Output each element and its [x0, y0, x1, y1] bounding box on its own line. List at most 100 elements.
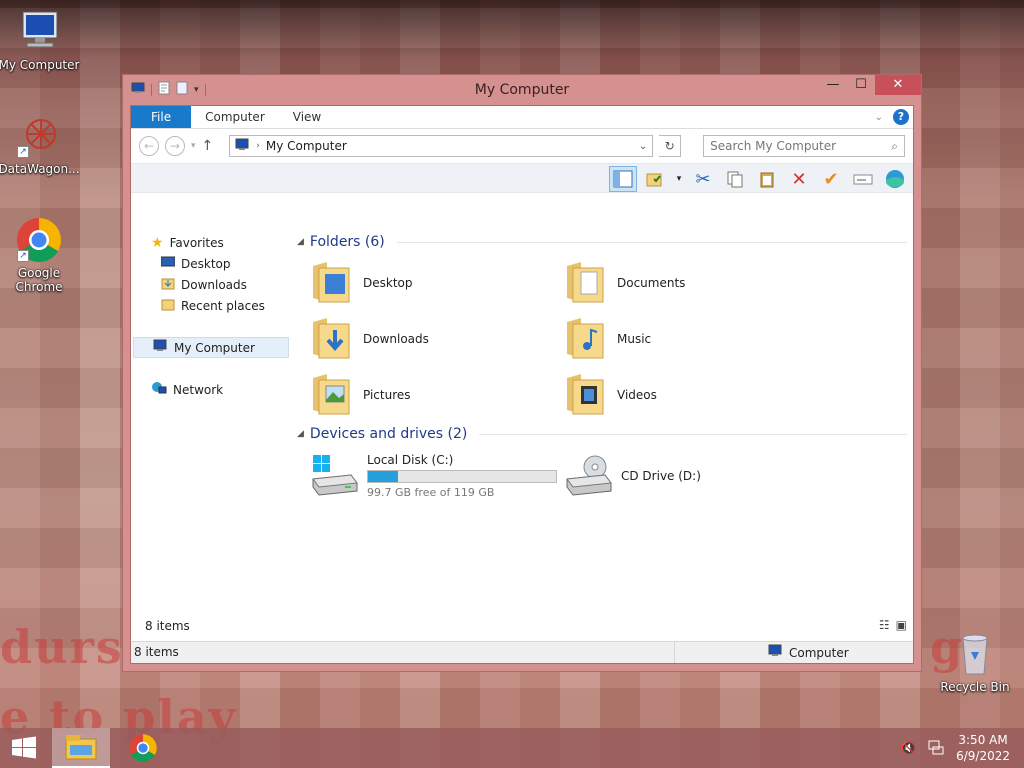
- nav-favorites[interactable]: ★ Favorites: [131, 232, 291, 253]
- taskbar-file-explorer[interactable]: [52, 728, 110, 768]
- tab-file[interactable]: File: [131, 106, 192, 128]
- folders-group-header[interactable]: ◢ Folders (6): [297, 230, 907, 254]
- clock-date: 6/9/2022: [956, 749, 1010, 763]
- collapse-icon[interactable]: ◢: [297, 429, 304, 439]
- recent-locations-icon[interactable]: ▾: [191, 141, 196, 151]
- back-button[interactable]: ←: [139, 136, 159, 156]
- status-bar-location: Computer: [789, 645, 849, 660]
- explorer-body: File Computer View ⌄ ? ← → ▾ ↑ › My Comp…: [130, 105, 914, 664]
- drive-tile-c[interactable]: Local Disk (C:) 99.7 GB free of 119 GB: [311, 450, 565, 502]
- folder-documents-icon: [565, 258, 607, 309]
- nav-label: My Computer: [174, 340, 255, 355]
- nav-label: Downloads: [181, 277, 247, 292]
- folder-videos-icon: [565, 370, 607, 421]
- drives-group-header[interactable]: ◢ Devices and drives (2): [297, 422, 907, 446]
- drive-free-space: 99.7 GB free of 119 GB: [367, 486, 495, 499]
- up-button[interactable]: ↑: [202, 138, 214, 154]
- desktop-icon-datawagon[interactable]: ↗ DataWagon...: [0, 112, 81, 176]
- nav-desktop[interactable]: Desktop: [131, 253, 291, 274]
- folder-name: Music: [617, 332, 652, 346]
- drives-grid: Local Disk (C:) 99.7 GB free of 119 GB C…: [297, 446, 907, 502]
- desktop-icon-label: DataWagon...: [0, 162, 80, 176]
- select-folder-icon[interactable]: [641, 166, 669, 192]
- desktop-icon-google-chrome[interactable]: ↗ Google Chrome: [0, 216, 81, 294]
- address-bar-row: ← → ▾ ↑ › My Computer ⌄ ↻ Search My Comp…: [131, 129, 913, 163]
- tab-view[interactable]: View: [279, 106, 335, 128]
- folder-name: Desktop: [363, 276, 413, 290]
- volume-muted-icon[interactable]: 🔇: [901, 741, 916, 755]
- downloads-small-icon: [161, 276, 175, 293]
- nav-network[interactable]: Network: [131, 379, 291, 400]
- folder-tile[interactable]: Music: [565, 314, 819, 364]
- checkmark-icon[interactable]: ✔: [817, 166, 845, 192]
- properties-globe-icon[interactable]: [881, 166, 909, 192]
- folder-name: Documents: [617, 276, 686, 290]
- breadcrumb-separator[interactable]: ›: [256, 141, 260, 151]
- folder-tile[interactable]: Desktop: [311, 258, 565, 308]
- drive-tile-d[interactable]: CD Drive (D:): [565, 450, 819, 502]
- folders-grid: Desktop Documents Downloads Music Pictur…: [297, 254, 907, 420]
- help-icon[interactable]: ?: [893, 109, 909, 125]
- computer-icon: [15, 8, 63, 56]
- drive-name: Local Disk (C:): [367, 453, 454, 467]
- chrome-icon: ↗: [15, 216, 63, 264]
- large-icons-view-icon[interactable]: ▣: [896, 618, 907, 632]
- disk-usage-fill: [368, 471, 399, 482]
- folder-downloads-icon: [311, 314, 353, 365]
- desktop-icon-label: My Computer: [0, 58, 80, 72]
- taskbar: 🔇 3:50 AM 6/9/2022: [0, 728, 1024, 768]
- close-button[interactable]: ✕: [875, 75, 921, 95]
- paste-icon[interactable]: [753, 166, 781, 192]
- start-button[interactable]: [0, 728, 48, 768]
- nav-downloads[interactable]: Downloads: [131, 274, 291, 295]
- address-bar[interactable]: › My Computer ⌄: [229, 135, 654, 157]
- refresh-button[interactable]: ↻: [659, 135, 682, 157]
- cut-icon[interactable]: ✂: [689, 166, 717, 192]
- folder-name: Videos: [617, 388, 657, 402]
- datawagon-logo-icon: ↗: [15, 112, 63, 160]
- recycle-bin-icon: [951, 630, 999, 678]
- local-disk-icon: [311, 453, 359, 500]
- nav-label: Network: [173, 382, 224, 397]
- items-view: ◢ Folders (6) Desktop Documents Download…: [291, 224, 913, 613]
- desktop-icon-my-computer[interactable]: My Computer: [0, 8, 81, 72]
- ribbon-expand-icon[interactable]: ⌄: [875, 112, 883, 123]
- clock[interactable]: 3:50 AM 6/9/2022: [956, 732, 1010, 764]
- copy-icon[interactable]: [721, 166, 749, 192]
- breadcrumb-my-computer[interactable]: My Computer: [266, 139, 628, 153]
- desktop-icon-recycle-bin[interactable]: Recycle Bin: [933, 630, 1017, 694]
- search-placeholder: Search My Computer: [710, 139, 837, 153]
- forward-button[interactable]: →: [165, 136, 185, 156]
- nav-recent-places[interactable]: Recent places: [131, 295, 291, 316]
- folder-tile[interactable]: Pictures: [311, 370, 565, 420]
- nav-label: Desktop: [181, 256, 231, 271]
- nav-my-computer[interactable]: My Computer: [133, 337, 289, 358]
- folder-tile[interactable]: Downloads: [311, 314, 565, 364]
- clock-time: 3:50 AM: [958, 733, 1008, 747]
- title-bar[interactable]: ▾ My Computer — ☐ ✕: [123, 75, 921, 105]
- navigation-pane-button[interactable]: [609, 166, 637, 192]
- computer-small-icon: [152, 339, 168, 356]
- search-input[interactable]: Search My Computer ⌕: [703, 135, 906, 157]
- folder-tile[interactable]: Documents: [565, 258, 819, 308]
- rename-icon[interactable]: [849, 166, 877, 192]
- nav-label: Recent places: [181, 298, 265, 313]
- delete-icon[interactable]: ✕: [785, 166, 813, 192]
- options-dropdown-icon[interactable]: ▾: [673, 166, 685, 192]
- minimize-button[interactable]: —: [819, 75, 847, 95]
- folder-name: Pictures: [363, 388, 411, 402]
- computer-small-icon: [767, 644, 783, 661]
- folder-tile[interactable]: Videos: [565, 370, 819, 420]
- maximize-button[interactable]: ☐: [847, 75, 875, 95]
- collapse-icon[interactable]: ◢: [297, 237, 304, 247]
- file-explorer-icon: [65, 735, 97, 760]
- status-bar: 8 items Computer: [131, 641, 913, 663]
- details-view-icon[interactable]: ☷: [879, 618, 890, 632]
- shortcut-arrow-icon: ↗: [17, 146, 29, 158]
- tab-computer[interactable]: Computer: [191, 106, 279, 128]
- nav-label: Favorites: [169, 235, 224, 250]
- address-dropdown-icon[interactable]: ⌄: [634, 141, 652, 152]
- search-icon[interactable]: ⌕: [891, 139, 898, 154]
- taskbar-chrome[interactable]: [114, 728, 172, 768]
- network-tray-icon[interactable]: [928, 739, 944, 758]
